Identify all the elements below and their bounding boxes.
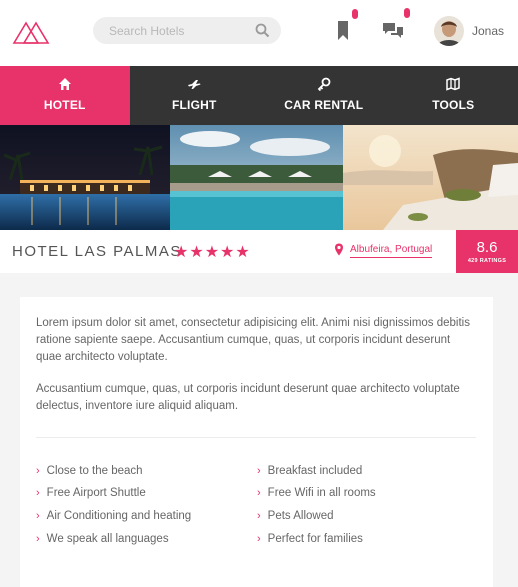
- chevron-right-icon: ›: [257, 510, 261, 522]
- bookmark-icon[interactable]: [334, 20, 352, 42]
- tab-flight[interactable]: FLIGHT: [130, 66, 260, 125]
- key-icon: [317, 77, 331, 91]
- chevron-right-icon: ›: [36, 487, 40, 499]
- feature-item: › We speak all languages: [36, 533, 169, 545]
- top-bar: Jonas: [0, 0, 518, 66]
- chevron-right-icon: ›: [36, 510, 40, 522]
- search-bar: [93, 17, 281, 44]
- ratings-count: 429 RATINGS: [456, 258, 518, 264]
- search-icon[interactable]: [255, 23, 270, 38]
- chevron-right-icon: ›: [36, 465, 40, 477]
- map-icon: [446, 77, 460, 91]
- feature-label: Air Conditioning and heating: [47, 510, 192, 522]
- divider: [36, 437, 476, 438]
- user-name[interactable]: Jonas: [472, 24, 504, 38]
- bookmark-badge: [352, 9, 358, 19]
- tab-label: CAR RENTAL: [259, 98, 389, 112]
- avatar[interactable]: [434, 16, 464, 46]
- hotel-photo-terrace[interactable]: [343, 125, 518, 230]
- location-link[interactable]: Albufeira, Portugal: [350, 244, 432, 258]
- chat-badge: [404, 8, 410, 18]
- feature-item: › Perfect for families: [257, 533, 363, 545]
- tab-label: FLIGHT: [130, 98, 260, 112]
- main-nav: HOTEL FLIGHT CAR RENTAL TOOLS: [0, 66, 518, 125]
- tab-tools[interactable]: TOOLS: [389, 66, 518, 125]
- rating-badge[interactable]: 8.6 429 RATINGS: [456, 230, 518, 273]
- search-input[interactable]: [109, 17, 249, 44]
- rating-score: 8.6: [456, 230, 518, 256]
- feature-item: › Close to the beach: [36, 465, 143, 477]
- feature-item: › Breakfast included: [257, 465, 362, 477]
- chat-icon[interactable]: [382, 20, 404, 42]
- feature-item: › Pets Allowed: [257, 510, 334, 522]
- description-card: Lorem ipsum dolor sit amet, consectetur …: [20, 297, 493, 587]
- photo-gallery: [0, 125, 518, 230]
- chevron-right-icon: ›: [257, 487, 261, 499]
- home-icon: [58, 77, 72, 91]
- description-paragraph: Accusantium cumque, quas, ut corporis in…: [36, 381, 476, 415]
- star-rating: ★★★★★: [174, 242, 251, 262]
- feature-label: Perfect for families: [268, 533, 363, 545]
- feature-label: Free Airport Shuttle: [47, 487, 146, 499]
- feature-label: Breakfast included: [268, 465, 363, 477]
- tab-label: HOTEL: [0, 98, 130, 112]
- feature-item: › Free Wifi in all rooms: [257, 487, 376, 499]
- chevron-right-icon: ›: [257, 533, 261, 545]
- hotel-name: HOTEL LAS PALMAS: [12, 243, 182, 260]
- hotel-info-bar: HOTEL LAS PALMAS ★★★★★ Albufeira, Portug…: [0, 230, 518, 273]
- tab-car-rental[interactable]: CAR RENTAL: [259, 66, 389, 125]
- feature-item: › Free Airport Shuttle: [36, 487, 146, 499]
- feature-label: We speak all languages: [47, 533, 169, 545]
- chevron-right-icon: ›: [36, 533, 40, 545]
- feature-item: › Air Conditioning and heating: [36, 510, 191, 522]
- feature-label: Close to the beach: [47, 465, 143, 477]
- feature-label: Pets Allowed: [268, 510, 334, 522]
- logo-icon[interactable]: [12, 17, 50, 45]
- plane-icon: [187, 77, 201, 91]
- feature-label: Free Wifi in all rooms: [268, 487, 376, 499]
- tab-label: TOOLS: [389, 98, 518, 112]
- tab-hotel[interactable]: HOTEL: [0, 66, 130, 125]
- chevron-right-icon: ›: [257, 465, 261, 477]
- description-paragraph: Lorem ipsum dolor sit amet, consectetur …: [36, 315, 476, 366]
- hotel-photo-night-pool[interactable]: [0, 125, 170, 230]
- hotel-photo-day-pool[interactable]: [170, 125, 343, 230]
- location-pin-icon: [334, 243, 344, 256]
